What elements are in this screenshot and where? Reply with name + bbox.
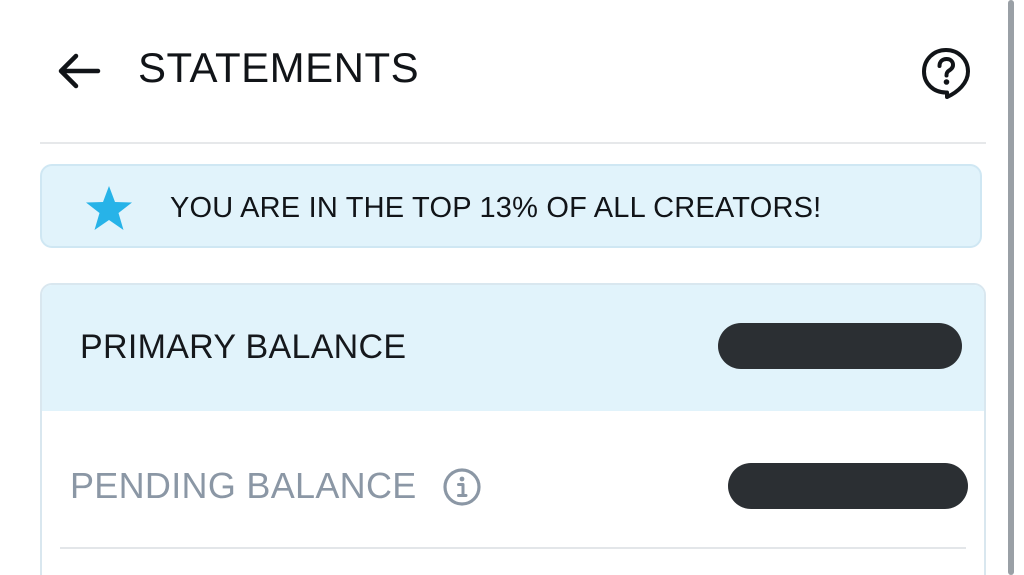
pending-balance-label: PENDING BALANCE	[70, 465, 417, 506]
balance-card: PRIMARY BALANCE PENDING BALANCE	[40, 283, 986, 575]
question-bubble-icon	[922, 48, 970, 99]
pending-balance-value-redacted	[728, 463, 968, 509]
info-icon	[443, 468, 481, 506]
back-button[interactable]	[54, 46, 104, 96]
pending-info-button[interactable]	[442, 467, 482, 507]
help-button[interactable]	[918, 44, 974, 100]
primary-balance-row[interactable]: PRIMARY BALANCE	[42, 285, 984, 411]
primary-balance-value-redacted	[718, 323, 962, 369]
row-divider	[60, 547, 966, 549]
scrollbar[interactable]	[1008, 0, 1014, 575]
banner-text: YOU ARE IN THE TOP 13% OF ALL CREATORS!	[170, 192, 822, 224]
arrow-left-icon	[58, 53, 101, 89]
statements-page: STATEMENTS YOU ARE IN THE TOP 13% OF ALL…	[0, 0, 1024, 575]
pending-balance-row: PENDING BALANCE	[42, 411, 984, 549]
primary-balance-label: PRIMARY BALANCE	[80, 328, 407, 366]
header: STATEMENTS	[40, 0, 986, 144]
page-title: STATEMENTS	[138, 44, 420, 91]
star-icon	[86, 186, 132, 230]
top-creators-banner: YOU ARE IN THE TOP 13% OF ALL CREATORS!	[40, 164, 982, 248]
star-icon-wrap	[84, 184, 134, 232]
